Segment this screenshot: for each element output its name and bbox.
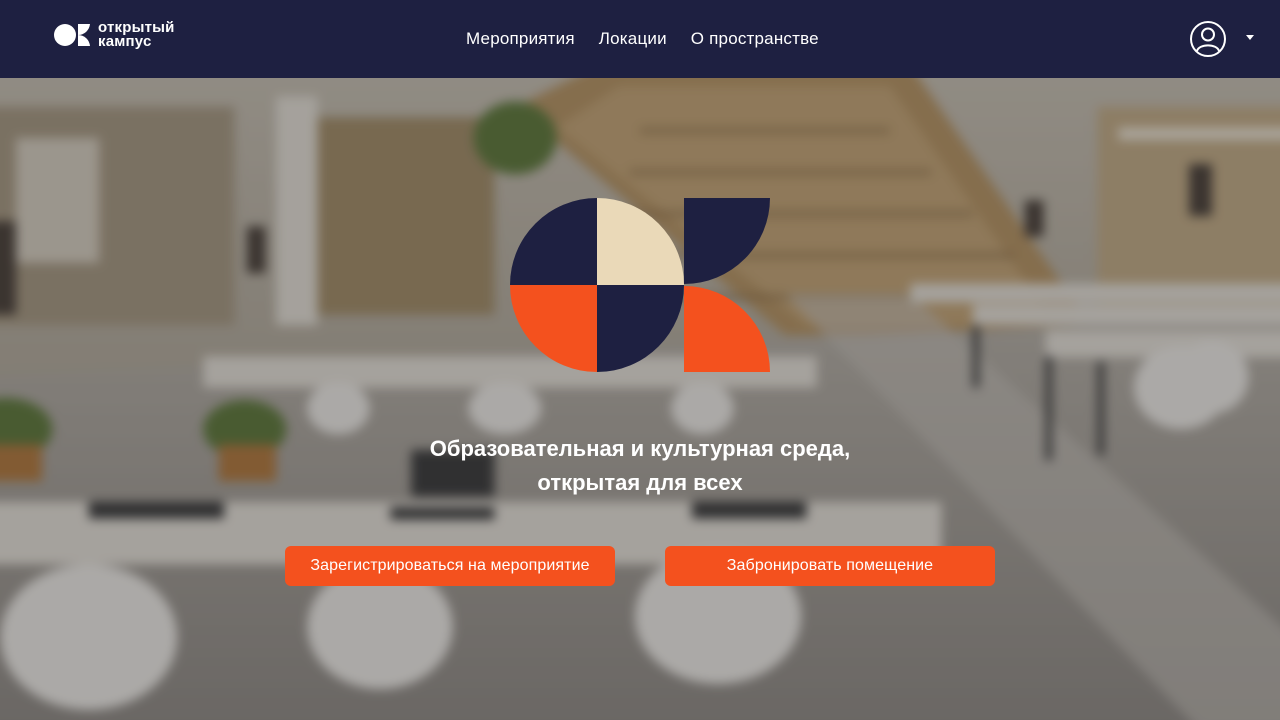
nav-item-about[interactable]: О пространстве: [691, 29, 819, 49]
chevron-down-icon[interactable]: [1246, 35, 1254, 40]
tagline-line-2: открытая для всех: [537, 470, 743, 495]
register-event-button[interactable]: Зарегистрироваться на мероприятие: [285, 546, 615, 586]
hero-tagline: Образовательная и культурная среда, откр…: [340, 432, 940, 500]
nav-item-locations[interactable]: Локации: [599, 29, 667, 49]
ok-logo-icon: [54, 24, 90, 46]
hero-section: Образовательная и культурная среда, откр…: [0, 78, 1280, 720]
top-navbar: открытый кампус Мероприятия Локации О пр…: [0, 0, 1280, 78]
brand-name: открытый кампус: [98, 20, 175, 50]
user-circle-icon[interactable]: [1189, 20, 1227, 58]
background-overlay: [0, 78, 1280, 720]
brand-line-2: кампус: [98, 33, 152, 50]
main-nav: Мероприятия Локации О пространстве: [466, 29, 819, 49]
book-room-button[interactable]: Забронировать помещение: [665, 546, 995, 586]
brand-logo[interactable]: открытый кампус: [54, 20, 175, 50]
ok-logo-large-icon: [510, 198, 770, 372]
tagline-line-1: Образовательная и культурная среда,: [429, 436, 851, 461]
nav-item-events[interactable]: Мероприятия: [466, 29, 575, 49]
